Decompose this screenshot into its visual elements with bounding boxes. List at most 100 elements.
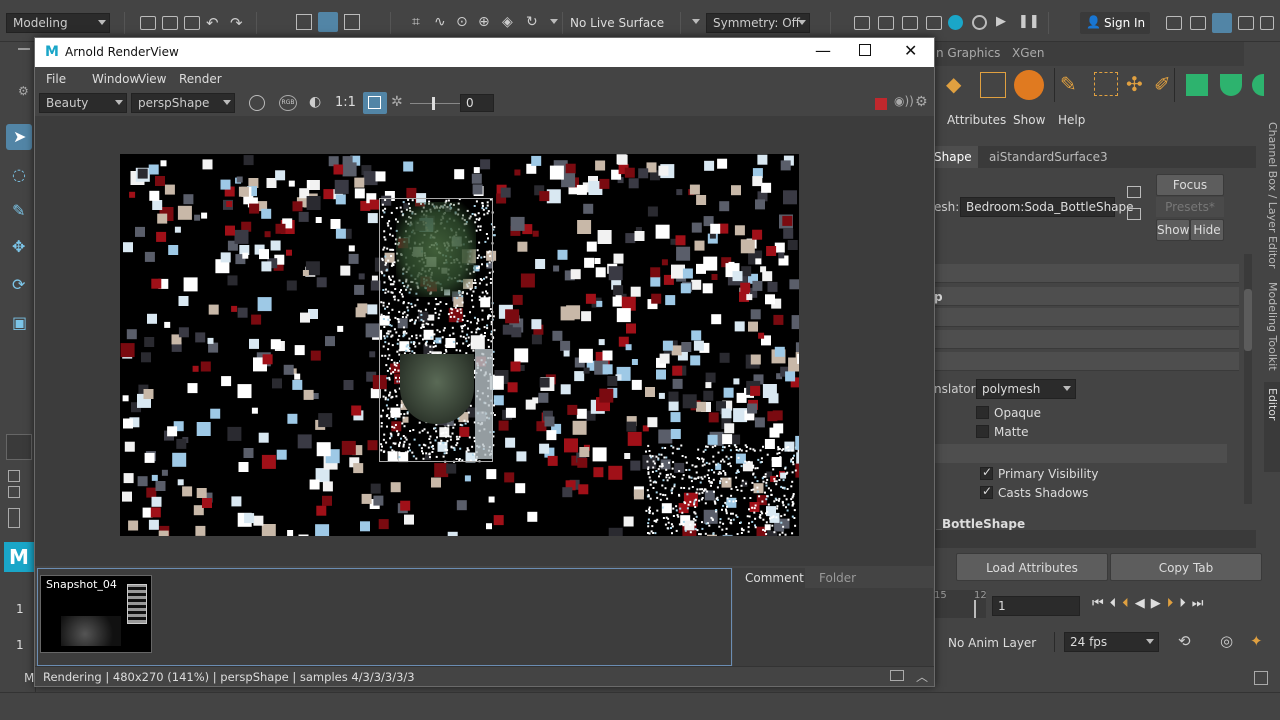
section-header[interactable] (934, 330, 1239, 349)
exposure-field[interactable]: 0 (460, 94, 494, 112)
notes-field[interactable] (934, 530, 1256, 548)
select-by-object-icon[interactable] (318, 12, 338, 32)
primary-visibility-checkbox[interactable] (980, 465, 993, 480)
pencil-icon[interactable]: ✐ (1154, 72, 1171, 96)
menu-show[interactable]: Show (1013, 113, 1045, 127)
menu-help[interactable]: Help (1058, 113, 1085, 127)
layout-quad-icon[interactable] (8, 470, 20, 482)
save-scene-icon[interactable] (184, 16, 200, 30)
tab-folder[interactable]: Folder (819, 571, 856, 585)
undo-icon[interactable]: ↶ (206, 14, 219, 32)
scale-tool-icon[interactable]: ▣ (6, 310, 32, 336)
render-frame-icon[interactable] (878, 16, 894, 30)
select-by-hierarchy-icon[interactable] (296, 14, 312, 30)
zoom-ratio-label[interactable]: 1:1 (335, 95, 356, 110)
move-tool-icon[interactable]: ✥ (6, 234, 32, 260)
layout-split-icon[interactable] (8, 486, 20, 498)
layers-icon[interactable]: ◆ (946, 72, 972, 98)
select-by-component-icon[interactable] (344, 14, 360, 30)
menu-view[interactable]: View (138, 72, 166, 86)
load-attributes-button[interactable]: Load Attributes (956, 553, 1108, 581)
tab-rendering-graphics[interactable]: n Graphics (936, 46, 1000, 60)
live-surface-label[interactable]: No Live Surface (570, 16, 664, 30)
copy-tab-button[interactable]: Copy Tab (1110, 553, 1262, 581)
mel-label[interactable]: M (24, 671, 34, 685)
lattice-icon[interactable] (1094, 72, 1118, 96)
arnold-icon[interactable] (972, 15, 987, 30)
stop-render-icon[interactable] (875, 98, 887, 110)
arnold-mesh-light-icon[interactable] (1252, 74, 1264, 96)
rgb-icon[interactable]: RGB (279, 95, 297, 111)
menu-set-dropdown[interactable]: Modeling (6, 13, 110, 33)
tab-channel-box[interactable]: Channel Box / Layer Editor (1266, 122, 1279, 269)
section-header[interactable] (934, 264, 1239, 283)
menu-attributes[interactable]: Attributes (947, 113, 1006, 127)
collapse-handle[interactable] (18, 48, 30, 50)
rotate-tool-icon[interactable]: ⟳ (6, 272, 32, 298)
timeline-cursor[interactable] (974, 600, 976, 618)
hide-button[interactable]: Hide (1190, 219, 1224, 241)
casts-shadows-checkbox[interactable] (980, 484, 993, 499)
layout-icon[interactable] (1166, 16, 1182, 30)
show-button[interactable]: Show (1156, 219, 1190, 241)
menu-render[interactable]: Render (179, 72, 222, 86)
fps-dropdown[interactable]: 24 fps (1064, 632, 1159, 652)
exposure-slider[interactable] (410, 97, 466, 110)
open-scene-icon[interactable] (162, 16, 178, 30)
opaque-checkbox[interactable] (976, 406, 989, 419)
menu-file[interactable]: File (46, 72, 66, 86)
arnold-sky-icon[interactable] (1220, 74, 1242, 96)
refresh-icon[interactable]: ✲ (391, 94, 403, 110)
menu-window[interactable]: Window (92, 72, 139, 86)
select-tool-icon[interactable]: ➤ (6, 124, 32, 150)
bounding-box-icon[interactable] (980, 72, 1006, 98)
paint-select-icon[interactable]: ✎ (6, 198, 32, 224)
select-node-icon[interactable] (1127, 186, 1141, 198)
presets-button[interactable]: Presets* (1156, 197, 1224, 217)
close-icon[interactable]: ✕ (904, 41, 917, 60)
arnold-light-icon[interactable] (1186, 74, 1208, 96)
layout-icon[interactable] (1238, 16, 1254, 30)
section-header[interactable] (934, 308, 1239, 327)
pause-icon[interactable]: ❚❚ (1018, 14, 1040, 29)
snap-grid-icon[interactable]: ⌗ (412, 14, 420, 30)
hypershade-icon[interactable] (948, 15, 963, 30)
sign-in-button[interactable]: 👤 Sign In (1080, 12, 1150, 34)
section-header[interactable]: p (934, 287, 1239, 306)
cluster-icon[interactable]: ✣ (1126, 72, 1143, 96)
ipr-render-icon[interactable] (902, 16, 918, 30)
snap-curve-icon[interactable]: ∿ (434, 14, 446, 30)
aov-dropdown[interactable]: Beauty (39, 93, 127, 113)
play-icon[interactable]: ▶ (996, 14, 1006, 29)
exposure-slider-handle[interactable] (432, 97, 435, 110)
layout-icon[interactable] (1260, 16, 1274, 30)
section-header[interactable] (934, 352, 1239, 371)
snap-surface-icon[interactable]: ◈ (502, 14, 513, 30)
script-editor-icon[interactable] (1254, 671, 1268, 685)
layout-icon[interactable] (1190, 16, 1206, 30)
symmetry-dropdown[interactable]: Symmetry: Off (706, 13, 810, 33)
snap-live-icon[interactable]: ↻ (526, 14, 538, 30)
camera-dropdown[interactable]: perspShape (131, 93, 235, 113)
focus-button[interactable]: Focus (1156, 174, 1224, 196)
loop-icon[interactable]: ⟲ (1178, 632, 1191, 650)
chevron-up-icon[interactable]: ︿ (916, 668, 928, 685)
tab-shape[interactable]: Shape (934, 146, 978, 168)
gear-icon[interactable]: ⚙ (18, 84, 29, 98)
tab-attribute-editor[interactable]: Attribute Editor (1264, 382, 1280, 472)
render-settings-icon[interactable] (926, 16, 942, 30)
outliner-icon[interactable] (8, 508, 20, 528)
layout-single-icon[interactable] (6, 434, 32, 460)
snap-point-icon[interactable]: ⊙ (456, 14, 468, 30)
scrollbar-thumb[interactable] (1244, 289, 1252, 351)
tab-xgen[interactable]: XGen (1012, 46, 1045, 60)
scrollbar[interactable] (1244, 254, 1252, 504)
channels-icon[interactable] (249, 95, 265, 111)
timeline-strip[interactable]: 15 12 (934, 590, 987, 618)
go-to-output-icon[interactable] (1127, 208, 1141, 220)
preferences-icon[interactable]: ✦ (1250, 632, 1263, 650)
lut-icon[interactable]: ◐ (309, 94, 321, 110)
comment-textarea[interactable] (733, 588, 933, 666)
new-scene-icon[interactable] (140, 16, 156, 30)
window-titlebar[interactable]: M Arnold RenderView — ✕ (35, 38, 934, 67)
